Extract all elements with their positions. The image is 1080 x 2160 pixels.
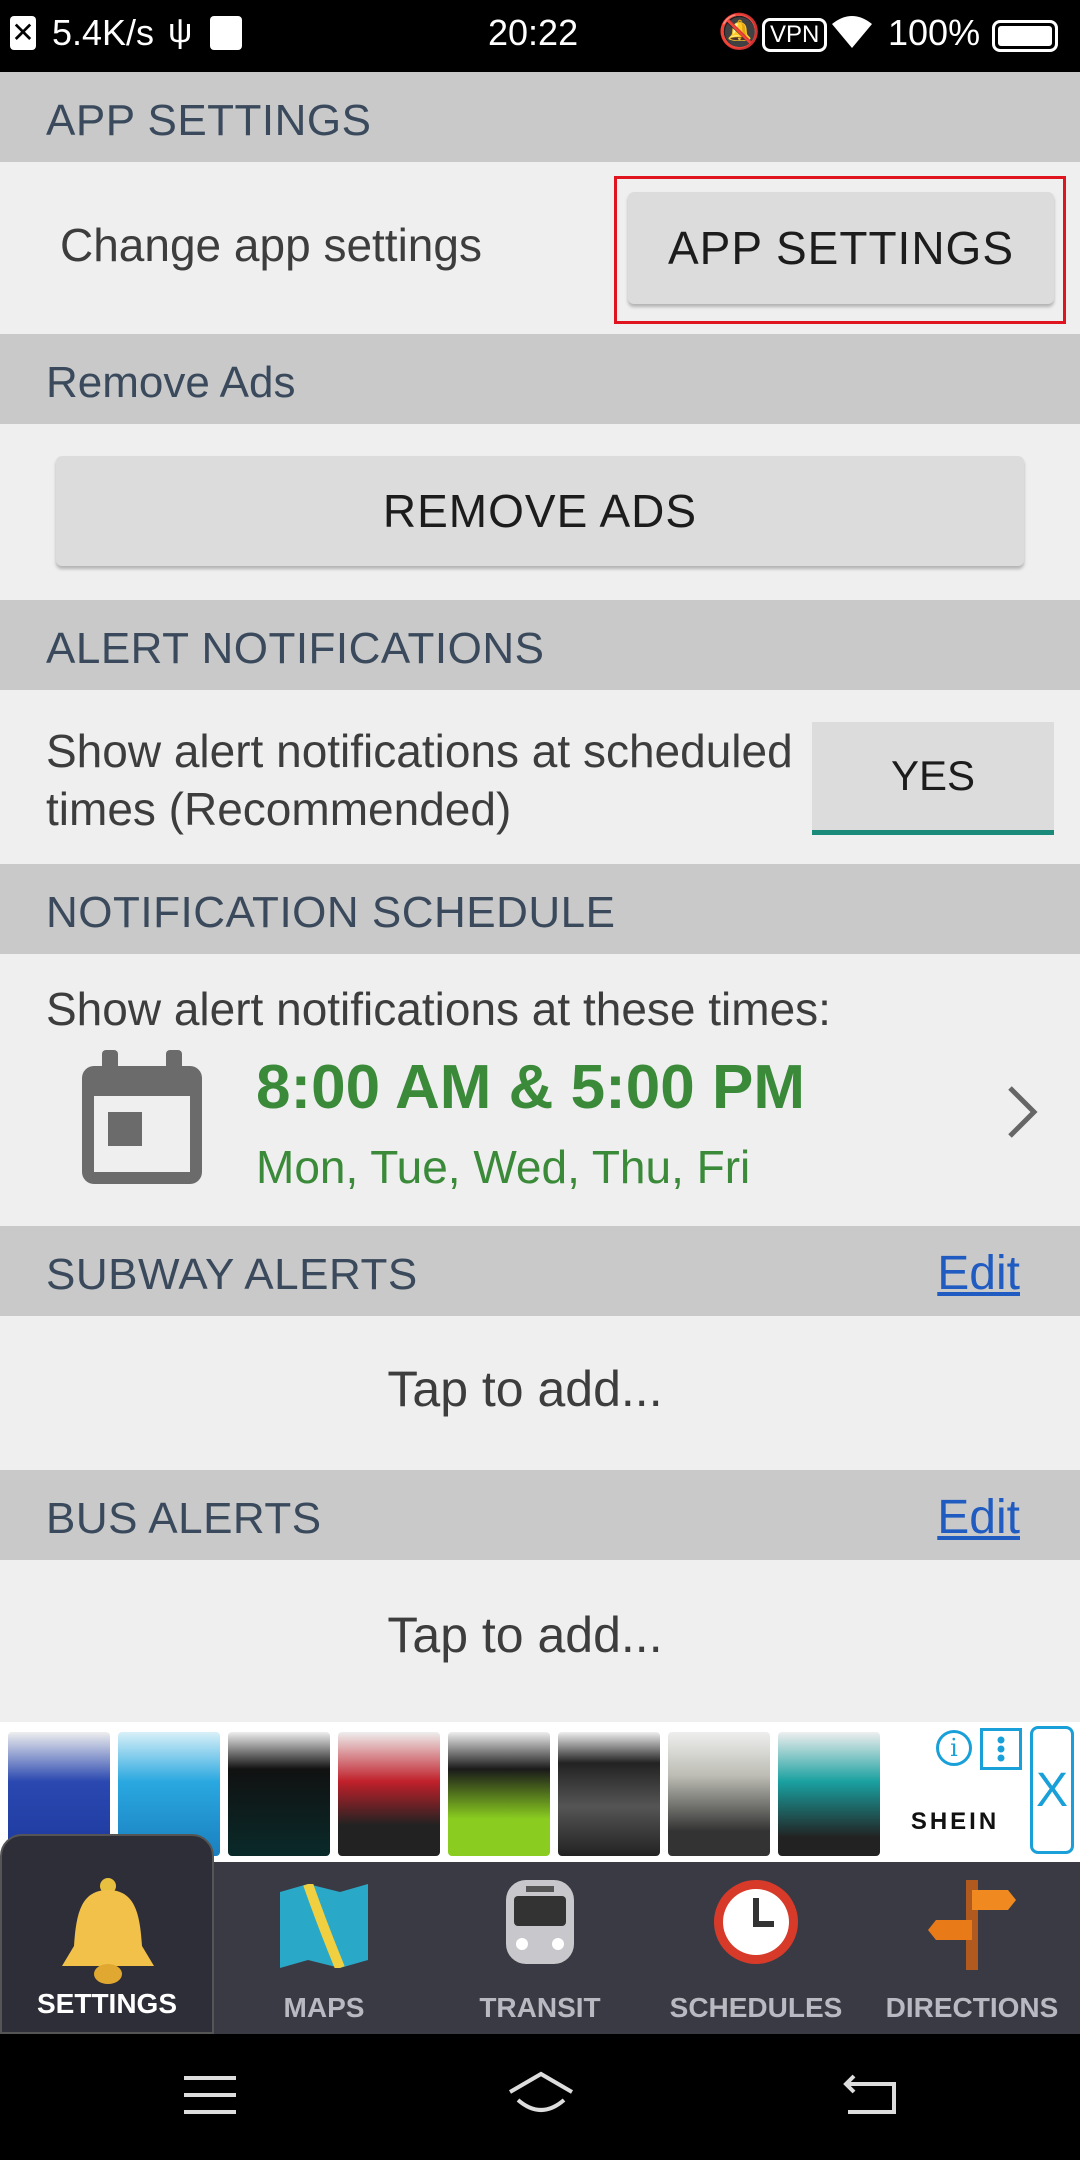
app-settings-button[interactable]: APP SETTINGS [628,192,1054,304]
clock: 20:22 [488,12,579,53]
subway-alerts-header-title: SUBWAY ALERTS [46,1250,418,1299]
nav-label-directions: DIRECTIONS [885,1992,1059,2023]
nav-item-transit[interactable]: TRANSIT [432,1862,648,2034]
nav-item-settings[interactable]: SETTINGS [0,1834,214,2034]
close-notification-icon: ✕ [10,16,36,50]
remove-ads-header: Remove Ads [0,334,1080,424]
nav-label-settings: SETTINGS [36,1988,177,2019]
bottom-nav: SETTINGS MAPS TRANSIT SCHEDULES DIRECTIO… [0,1834,1080,2034]
bus-alerts-placeholder: Tap to add... [387,1607,663,1663]
app-settings-header: APP SETTINGS [0,72,1080,162]
clock-icon [710,1876,802,1973]
nav-label-transit: TRANSIT [479,1992,601,2023]
app-settings-row: Change app settings APP SETTINGS [0,162,1080,334]
subway-alerts-header: SUBWAY ALERTS Edit [0,1226,1080,1316]
ad-brand-logo: SHEIN [910,1808,1000,1835]
schedule-label: Show alert notifications at these times: [46,983,831,1035]
notification-schedule-header-title: NOTIFICATION SCHEDULE [46,888,616,937]
nav-item-maps[interactable]: MAPS [216,1862,432,2034]
ad-info-icon[interactable]: i [936,1730,972,1766]
remove-ads-row: REMOVE ADS [0,424,1080,600]
alert-notifications-row: Show alert notifications at scheduled ti… [0,690,1080,864]
status-bar: ✕ 5.4K/s ψ 20:22 🔕 VPN 100% [0,0,1080,72]
ad-close-button[interactable]: X [1030,1726,1074,1854]
bus-alerts-row[interactable]: Tap to add... [0,1560,1080,1722]
app-settings-header-title: APP SETTINGS [46,96,372,145]
map-icon [278,1882,370,1973]
alert-toggle-button[interactable]: YES [812,722,1054,835]
calendar-icon [78,1046,206,1193]
nav-label-schedules: SCHEDULES [669,1992,843,2023]
remove-ads-header-title: Remove Ads [46,358,296,407]
bus-alerts-header: BUS ALERTS Edit [0,1470,1080,1560]
nav-label-maps: MAPS [283,1992,365,2023]
train-icon [500,1876,580,1977]
alert-notifications-label: Show alert notifications at scheduled ti… [46,722,793,838]
menu-icon[interactable] [184,2074,236,2121]
net-speed: 5.4K/s [52,12,155,53]
back-icon[interactable] [842,2072,898,2121]
bus-alerts-header-title: BUS ALERTS [46,1494,322,1543]
notification-schedule-header: NOTIFICATION SCHEDULE [0,864,1080,954]
mute-icon: 🔕 [718,13,761,51]
debug-icon [210,16,242,50]
ad-product-image[interactable] [338,1732,440,1856]
bell-icon [56,1876,160,1993]
app-settings-label: Change app settings [60,219,482,271]
system-nav-bar [0,2034,1080,2160]
schedule-days: Mon, Tue, Wed, Thu, Fri [256,1141,751,1193]
remove-ads-button[interactable]: REMOVE ADS [56,456,1024,566]
chevron-right-icon [1006,1084,1038,1145]
alert-notifications-header-title: ALERT NOTIFICATIONS [46,624,545,673]
battery-icon [992,20,1058,52]
alert-notifications-header: ALERT NOTIFICATIONS [0,600,1080,690]
ad-product-image[interactable] [228,1732,330,1856]
ad-product-image[interactable] [448,1732,550,1856]
nav-item-schedules[interactable]: SCHEDULES [648,1862,864,2034]
notification-schedule-row[interactable]: Show alert notifications at these times:… [0,954,1080,1226]
subway-alerts-placeholder: Tap to add... [387,1361,663,1417]
subway-alerts-edit-link[interactable]: Edit [937,1246,1020,1301]
battery-percent: 100% [888,12,981,53]
subway-alerts-row[interactable]: Tap to add... [0,1316,1080,1470]
alert-label-line2: times (Recommended) [46,783,512,835]
bus-alerts-edit-link[interactable]: Edit [937,1490,1020,1545]
ad-options-icon[interactable] [980,1728,1022,1770]
home-icon[interactable] [506,2070,576,2125]
nav-item-directions[interactable]: DIRECTIONS [864,1862,1080,2034]
schedule-times: 8:00 AM & 5:00 PM [256,1053,805,1122]
wifi-icon [830,12,874,61]
usb-icon: ψ [168,12,193,50]
ad-product-image[interactable] [668,1732,770,1856]
alert-label-line1: Show alert notifications at scheduled [46,725,793,777]
signpost-icon [928,1876,1016,1977]
vpn-icon: VPN [762,18,828,52]
ad-product-image[interactable] [558,1732,660,1856]
ad-product-image[interactable] [778,1732,880,1856]
